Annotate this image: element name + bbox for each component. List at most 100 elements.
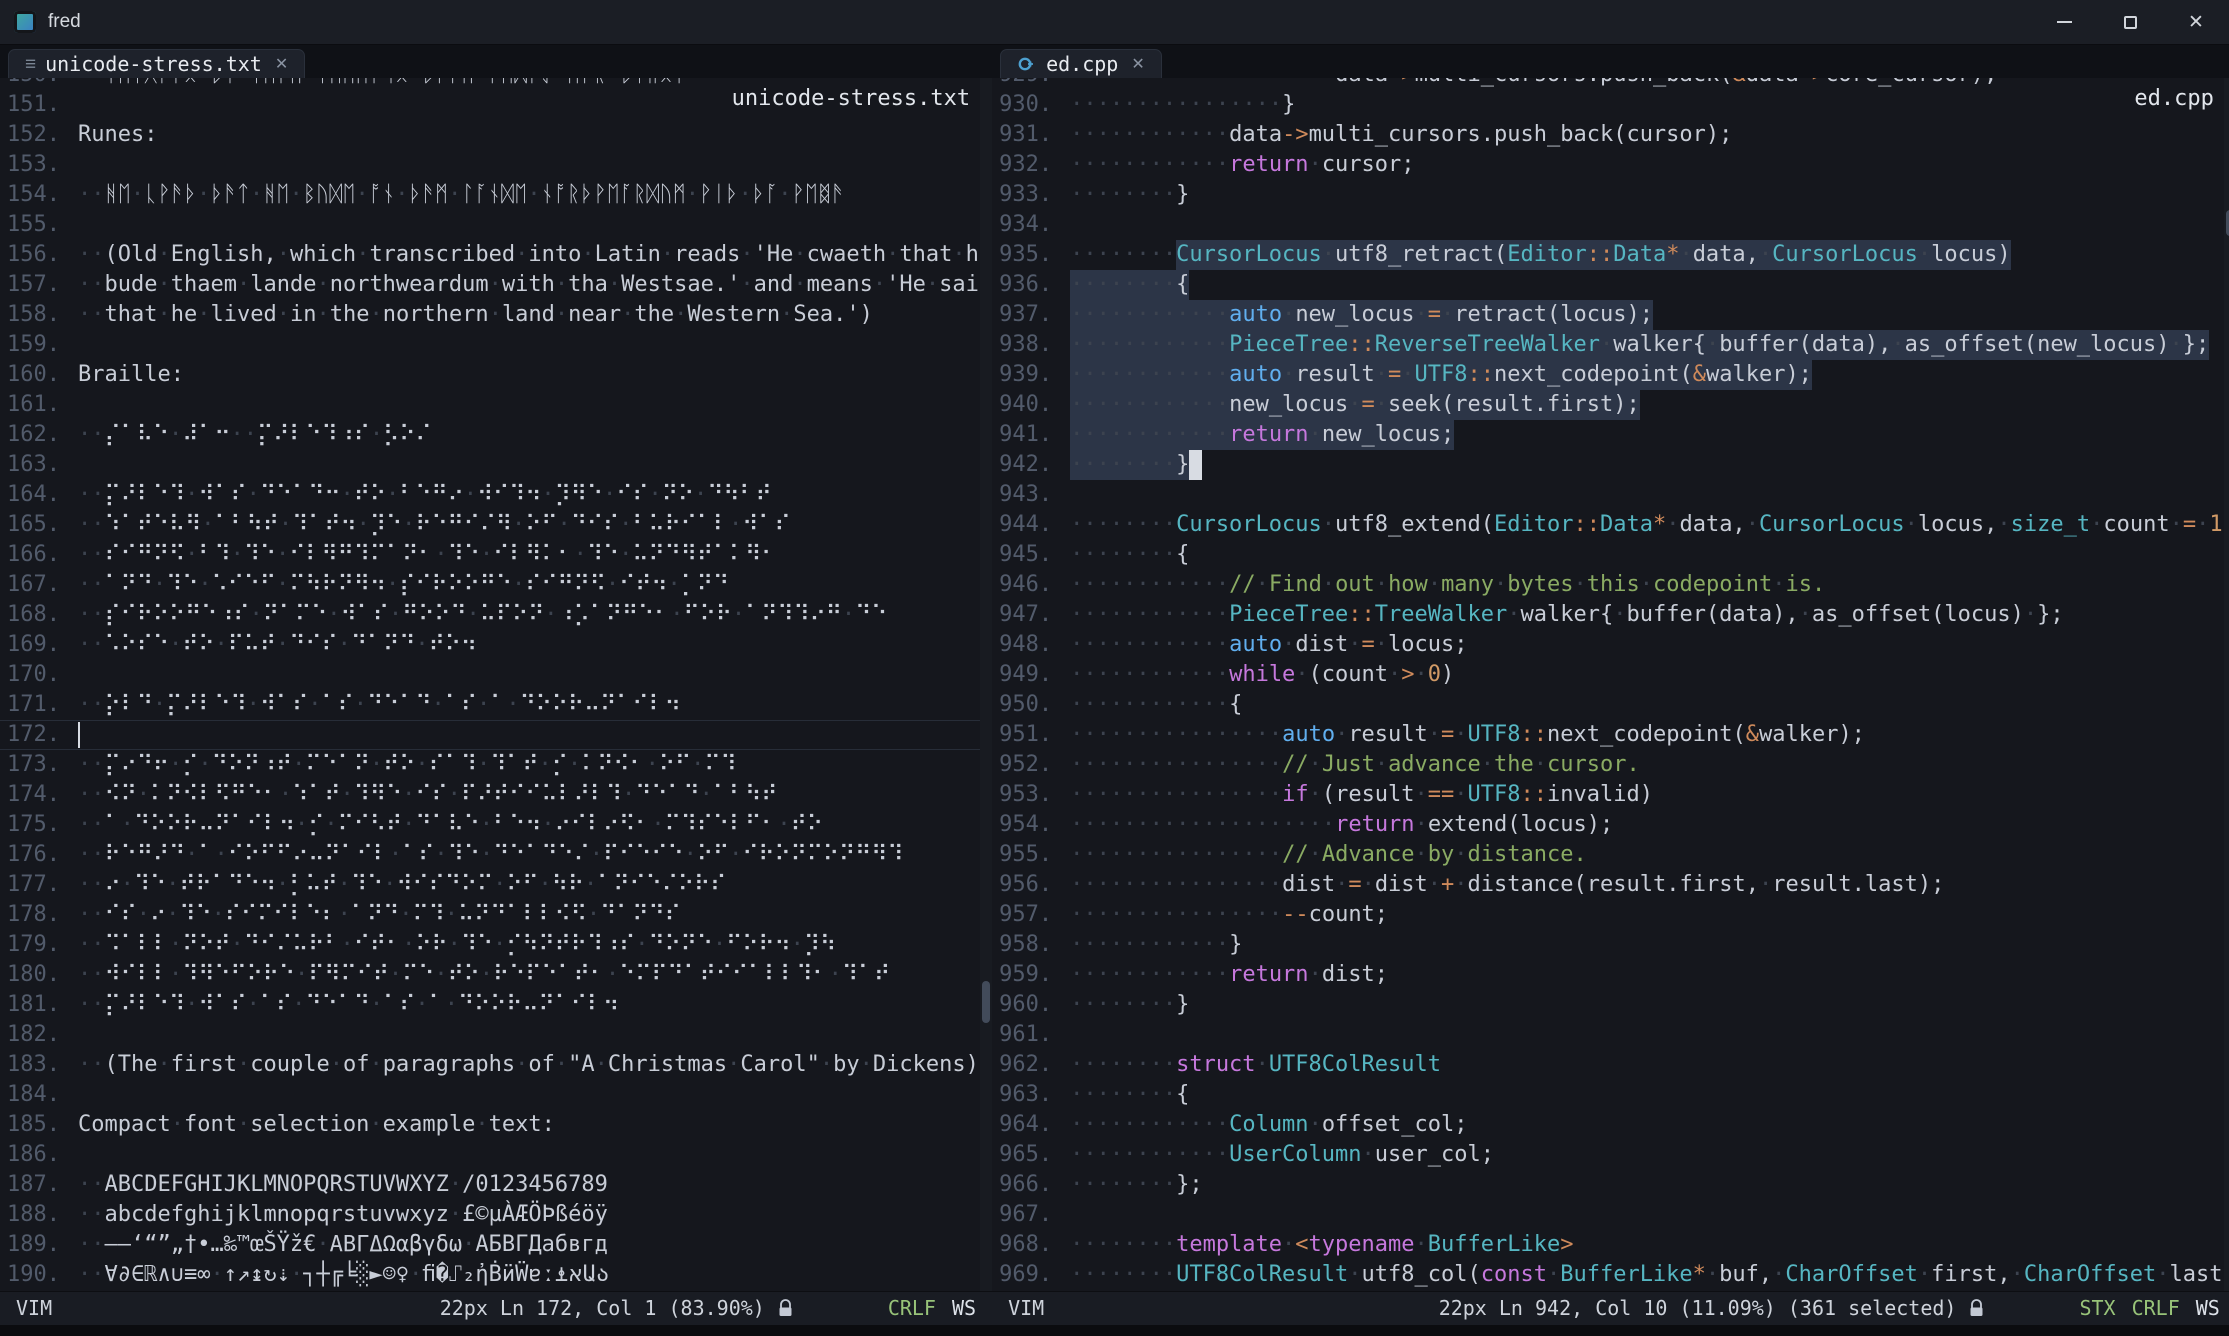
line-content: ··⠁⠝⠙·⠹⠑·⠡⠊⠑⠋·⠍⠳⠗⠝⠻⠲·⡎⠊⠗⠕⠕⠛⠑·⠎⠊⠛⠝⠫·⠊⠞⠲·⡁… xyxy=(78,570,992,600)
close-button[interactable]: ✕ xyxy=(2163,0,2229,44)
code-line-957[interactable]: 957.················--count; xyxy=(992,900,2229,930)
code-line-940[interactable]: 940.············new_locus·=·seek(result.… xyxy=(992,390,2229,420)
code-line-176[interactable]: 176.··⠗⠑⠛⠜⠙·⠁·⠊⠕⠋⠋⠔⠤⠝⠁⠊⠇·⠁⠎·⠹⠑·⠙⠑⠁⠙⠑⠌·⠏⠊… xyxy=(0,840,992,870)
line-content: ··ᚻᛖ·ᚳᚹᚫᚦ·ᚦᚫᛏ·ᚻᛖ·ᛒᚢᛞᛖ·ᚩᚾ·ᚦᚫᛗ·ᛚᚪᚾᛞᛖ·ᚾᚩᚱᚦᚹ… xyxy=(78,180,992,210)
code-line-163[interactable]: 163. xyxy=(0,450,992,480)
code-line-155[interactable]: 155. xyxy=(0,210,992,240)
code-line-186[interactable]: 186. xyxy=(0,1140,992,1170)
code-line-946[interactable]: 946.············//·Find·out·how·many·byt… xyxy=(992,570,2229,600)
code-line-952[interactable]: 952.················//·Just·advance·the·… xyxy=(992,750,2229,780)
code-line-942[interactable]: 942.········} xyxy=(992,450,2229,480)
code-line-944[interactable]: 944.········CursorLocus·utf8_extend(Edit… xyxy=(992,510,2229,540)
code-line-938[interactable]: 938.············PieceTree::ReverseTreeWa… xyxy=(992,330,2229,360)
code-line-157[interactable]: 157.··bude·thaem·lande·northweardum·with… xyxy=(0,270,992,300)
left-editor-pane: ≡ unicode-stress.txt ✕ 150.··ᛏᛖᚾᚷᚪᛚᛟ·ᛒᛁ·… xyxy=(0,45,992,1325)
code-line-156[interactable]: 156.··(Old·English,·which·transcribed·in… xyxy=(0,240,992,270)
code-line-954[interactable]: 954.····················return·extend(lo… xyxy=(992,810,2229,840)
code-line-966[interactable]: 966.········}; xyxy=(992,1170,2229,1200)
minimize-button[interactable] xyxy=(2031,0,2097,44)
code-line-965[interactable]: 965.············UserColumn·user_col; xyxy=(992,1140,2229,1170)
code-line-956[interactable]: 956.················dist·=·dist·+·distan… xyxy=(992,870,2229,900)
code-line-179[interactable]: 179.··⠩⠁⠇⠇·⠝⠕⠞·⠙⠊⠌⠥⠗⠃·⠊⠞⠂·⠕⠗·⠹⠑·⡊⠳⠝⠞⠗⠹⠰⠎… xyxy=(0,930,992,960)
right-status-flags: STXCRLFWS xyxy=(2063,1296,2219,1320)
code-line-961[interactable]: 961. xyxy=(992,1020,2229,1050)
code-line-187[interactable]: 187.··ABCDEFGHIJKLMNOPQRSTUVWXYZ·/012345… xyxy=(0,1170,992,1200)
code-line-164[interactable]: 164.··⡍⠜⠇⠑⠹·⠺⠁⠎·⠙⠑⠁⠙⠒·⠞⠕·⠃⠑⠛⠔·⠺⠊⠹⠲·⡹⠻⠑·⠊… xyxy=(0,480,992,510)
code-line-188[interactable]: 188.··abcdefghijklmnopqrstuvwxyz·£©µÀÆÖÞ… xyxy=(0,1200,992,1230)
left-scrollbar[interactable] xyxy=(980,78,992,1291)
code-line-941[interactable]: 941.············return·new_locus; xyxy=(992,420,2229,450)
code-line-182[interactable]: 182. xyxy=(0,1020,992,1050)
code-line-963[interactable]: 963.········{ xyxy=(992,1080,2229,1110)
code-line-930[interactable]: 930.················} xyxy=(992,90,2229,120)
code-line-173[interactable]: 173.··⡍⠔⠙⠖·⡊·⠙⠕⠝⠰⠞·⠍⠑⠁⠝·⠞⠕·⠎⠁⠹·⠹⠁⠞·⡊·⠅⠝⠪… xyxy=(0,750,992,780)
line-number: 948. xyxy=(998,630,1052,660)
code-line-945[interactable]: 945.········{ xyxy=(992,540,2229,570)
code-line-174[interactable]: 174.··⠪⠝·⠅⠝⠪⠇⠫⠛⠑⠂·⠱⠁⠞·⠹⠻⠑·⠊⠎·⠏⠜⠞⠊⠊⠥⠇⠜⠇⠹·… xyxy=(0,780,992,810)
code-line-152[interactable]: 152.Runes: xyxy=(0,120,992,150)
code-line-184[interactable]: 184. xyxy=(0,1080,992,1110)
code-line-932[interactable]: 932.············return·cursor; xyxy=(992,150,2229,180)
maximize-button[interactable] xyxy=(2097,0,2163,44)
code-line-172[interactable]: 172. xyxy=(0,720,992,750)
code-line-170[interactable]: 170. xyxy=(0,660,992,690)
tab-ed-cpp[interactable]: ed.cpp ✕ xyxy=(1000,49,1162,78)
code-line-167[interactable]: 167.··⠁⠝⠙·⠹⠑·⠡⠊⠑⠋·⠍⠳⠗⠝⠻⠲·⡎⠊⠗⠕⠕⠛⠑·⠎⠊⠛⠝⠫·⠊… xyxy=(0,570,992,600)
selection-highlight: ············PieceTree::ReverseTreeWalker… xyxy=(1070,330,2209,360)
code-line-160[interactable]: 160.Braille: xyxy=(0,360,992,390)
code-line-968[interactable]: 968.········template·<typename·BufferLik… xyxy=(992,1230,2229,1260)
code-line-177[interactable]: 177.··⠔·⠹⠑·⠞⠗⠁⠙⠑⠲·⡃⠥⠞·⠹⠑·⠺⠊⠎⠙⠕⠍·⠕⠋·⠳⠗·⠁⠝… xyxy=(0,870,992,900)
code-line-169[interactable]: 169.··⠡⠕⠎⠑·⠞⠕·⠏⠥⠞·⠙⠊⠎·⠙⠁⠝⠙·⠞⠕⠲ xyxy=(0,630,992,660)
code-line-949[interactable]: 949.············while·(count·>·0) xyxy=(992,660,2229,690)
code-line-943[interactable]: 943. xyxy=(992,480,2229,510)
code-line-933[interactable]: 933.········} xyxy=(992,180,2229,210)
code-line-178[interactable]: 178.··⠊⠎·⠔·⠹⠑·⠎⠊⠍⠊⠇⠑⠆·⠁⠝⠙·⠍⠹·⠥⠝⠙⠁⠇⠇⠪⠫·⠙⠁… xyxy=(0,900,992,930)
code-line-171[interactable]: 171.··⡕⠇⠙·⡍⠜⠇⠑⠹·⠺⠁⠎·⠁⠎·⠙⠑⠁⠙·⠁⠎·⠁·⠙⠕⠕⠗⠤⠝⠁… xyxy=(0,690,992,720)
right-scrollbar[interactable] xyxy=(2224,78,2229,1291)
code-line-951[interactable]: 951.················auto·result·=·UTF8::… xyxy=(992,720,2229,750)
code-line-953[interactable]: 953.················if·(result·==·UTF8::… xyxy=(992,780,2229,810)
tab-close-button[interactable]: ✕ xyxy=(275,54,288,74)
code-line-958[interactable]: 958.············} xyxy=(992,930,2229,960)
left-scrollbar-thumb[interactable] xyxy=(982,981,990,1023)
code-line-189[interactable]: 189.··–—‘“”„†•…‰™œŠŸž€·ΑΒΓΔΩαβγδω·АБВГДа… xyxy=(0,1230,992,1260)
code-line-950[interactable]: 950.············{ xyxy=(992,690,2229,720)
code-line-154[interactable]: 154.··ᚻᛖ·ᚳᚹᚫᚦ·ᚦᚫᛏ·ᚻᛖ·ᛒᚢᛞᛖ·ᚩᚾ·ᚦᚫᛗ·ᛚᚪᚾᛞᛖ·ᚾ… xyxy=(0,180,992,210)
tab-close-button[interactable]: ✕ xyxy=(1131,54,1144,74)
code-line-964[interactable]: 964.············Column·offset_col; xyxy=(992,1110,2229,1140)
code-line-153[interactable]: 153. xyxy=(0,150,992,180)
code-line-190[interactable]: 190.··∀∂∈ℝ∧∪≡∞·↑↗↨↻⇣·┐┼╔╘░►☺♀·ﬁ�⑀₂ἠḂӥẄɐː… xyxy=(0,1260,992,1290)
code-line-937[interactable]: 937.············auto·new_locus·=·retract… xyxy=(992,300,2229,330)
code-line-162[interactable]: 162.··⡌⠁⠧⠑·⠼⠁⠒··⡍⠜⠇⠑⠹⠰⠎·⡣⠕⠌ xyxy=(0,420,992,450)
code-line-165[interactable]: 165.··⠱⠁⠞⠑⠧⠻·⠁⠃⠳⠞·⠹⠁⠞⠲·⡹⠑·⠗⠑⠛⠊⠌⠻·⠕⠋·⠙⠊⠎·… xyxy=(0,510,992,540)
code-line-960[interactable]: 960.········} xyxy=(992,990,2229,1020)
code-line-948[interactable]: 948.············auto·dist·=·locus; xyxy=(992,630,2229,660)
code-line-939[interactable]: 939.············auto·result·=·UTF8::next… xyxy=(992,360,2229,390)
code-line-166[interactable]: 166.··⠎⠊⠛⠝⠫·⠃⠹·⠹⠑·⠊⠇⠻⠛⠹⠍⠁⠝⠂·⠹⠑·⠊⠇⠻⠅⠂·⠹⠑·… xyxy=(0,540,992,570)
code-line-962[interactable]: 962.········struct·UTF8ColResult xyxy=(992,1050,2229,1080)
code-line-180[interactable]: 180.··⠺⠊⠇⠇·⠹⠻⠑⠋⠕⠗⠑·⠏⠻⠍⠊⠞·⠍⠑·⠞⠕·⠗⠑⠏⠑⠁⠞⠂·⠑… xyxy=(0,960,992,990)
tab-unicode-stress-txt[interactable]: ≡ unicode-stress.txt ✕ xyxy=(8,49,305,78)
code-line-175[interactable]: 175.··⠁·⠙⠕⠕⠗⠤⠝⠁⠊⠇⠲·⡊·⠍⠊⠣⠞·⠙⠁⠧⠑·⠃⠑⠲·⠔⠊⠇⠔⠫… xyxy=(0,810,992,840)
code-line-161[interactable]: 161. xyxy=(0,390,992,420)
code-line-959[interactable]: 959.············return·dist; xyxy=(992,960,2229,990)
code-line-969[interactable]: 969.········UTF8ColResult·utf8_col(const… xyxy=(992,1260,2229,1290)
code-line-181[interactable]: 181.··⡍⠜⠇⠑⠹·⠺⠁⠎·⠁⠎·⠙⠑⠁⠙·⠁⠎·⠁·⠙⠕⠕⠗⠤⠝⠁⠊⠇⠲ xyxy=(0,990,992,1020)
line-content: ····················data->multi_cursors.… xyxy=(1070,78,2229,90)
left-editor-viewport[interactable]: 150.··ᛏᛖᚾᚷᚪᛚᛟ·ᛒᛁ·ᛏᛖᚠᚢ·ᛏᛖᛗᛖᛚᛋᛟ·ᛒᚪᚠᚢ·ᚹᛖᛞᚪᛇ… xyxy=(0,78,992,1291)
code-line-967[interactable]: 967. xyxy=(992,1200,2229,1230)
code-line-185[interactable]: 185.Compact·font·selection·example·text: xyxy=(0,1110,992,1140)
right-editor-viewport[interactable]: 929.····················data->multi_curs… xyxy=(992,78,2229,1291)
code-line-159[interactable]: 159. xyxy=(0,330,992,360)
code-line-955[interactable]: 955.················//·Advance·by·distan… xyxy=(992,840,2229,870)
code-line-183[interactable]: 183.··(The·first·couple·of·paragraphs·of… xyxy=(0,1050,992,1080)
maximize-icon xyxy=(2124,16,2137,29)
code-line-929[interactable]: 929.····················data->multi_curs… xyxy=(992,78,2229,90)
code-line-936[interactable]: 936.········{ xyxy=(992,270,2229,300)
code-line-947[interactable]: 947.············PieceTree::TreeWalker·wa… xyxy=(992,600,2229,630)
code-line-931[interactable]: 931.············data->multi_cursors.push… xyxy=(992,120,2229,150)
code-line-158[interactable]: 158.··that·he·lived·in·the·northern·land… xyxy=(0,300,992,330)
code-line-168[interactable]: 168.··⡎⠊⠗⠕⠕⠛⠑⠰⠎·⠝⠁⠍⠑·⠺⠁⠎·⠛⠕⠕⠙·⠥⠏⠕⠝·⠰⡡⠁⠝⠛… xyxy=(0,600,992,630)
code-line-934[interactable]: 934. xyxy=(992,210,2229,240)
code-line-935[interactable]: 935.········CursorLocus·utf8_retract(Edi… xyxy=(992,240,2229,270)
